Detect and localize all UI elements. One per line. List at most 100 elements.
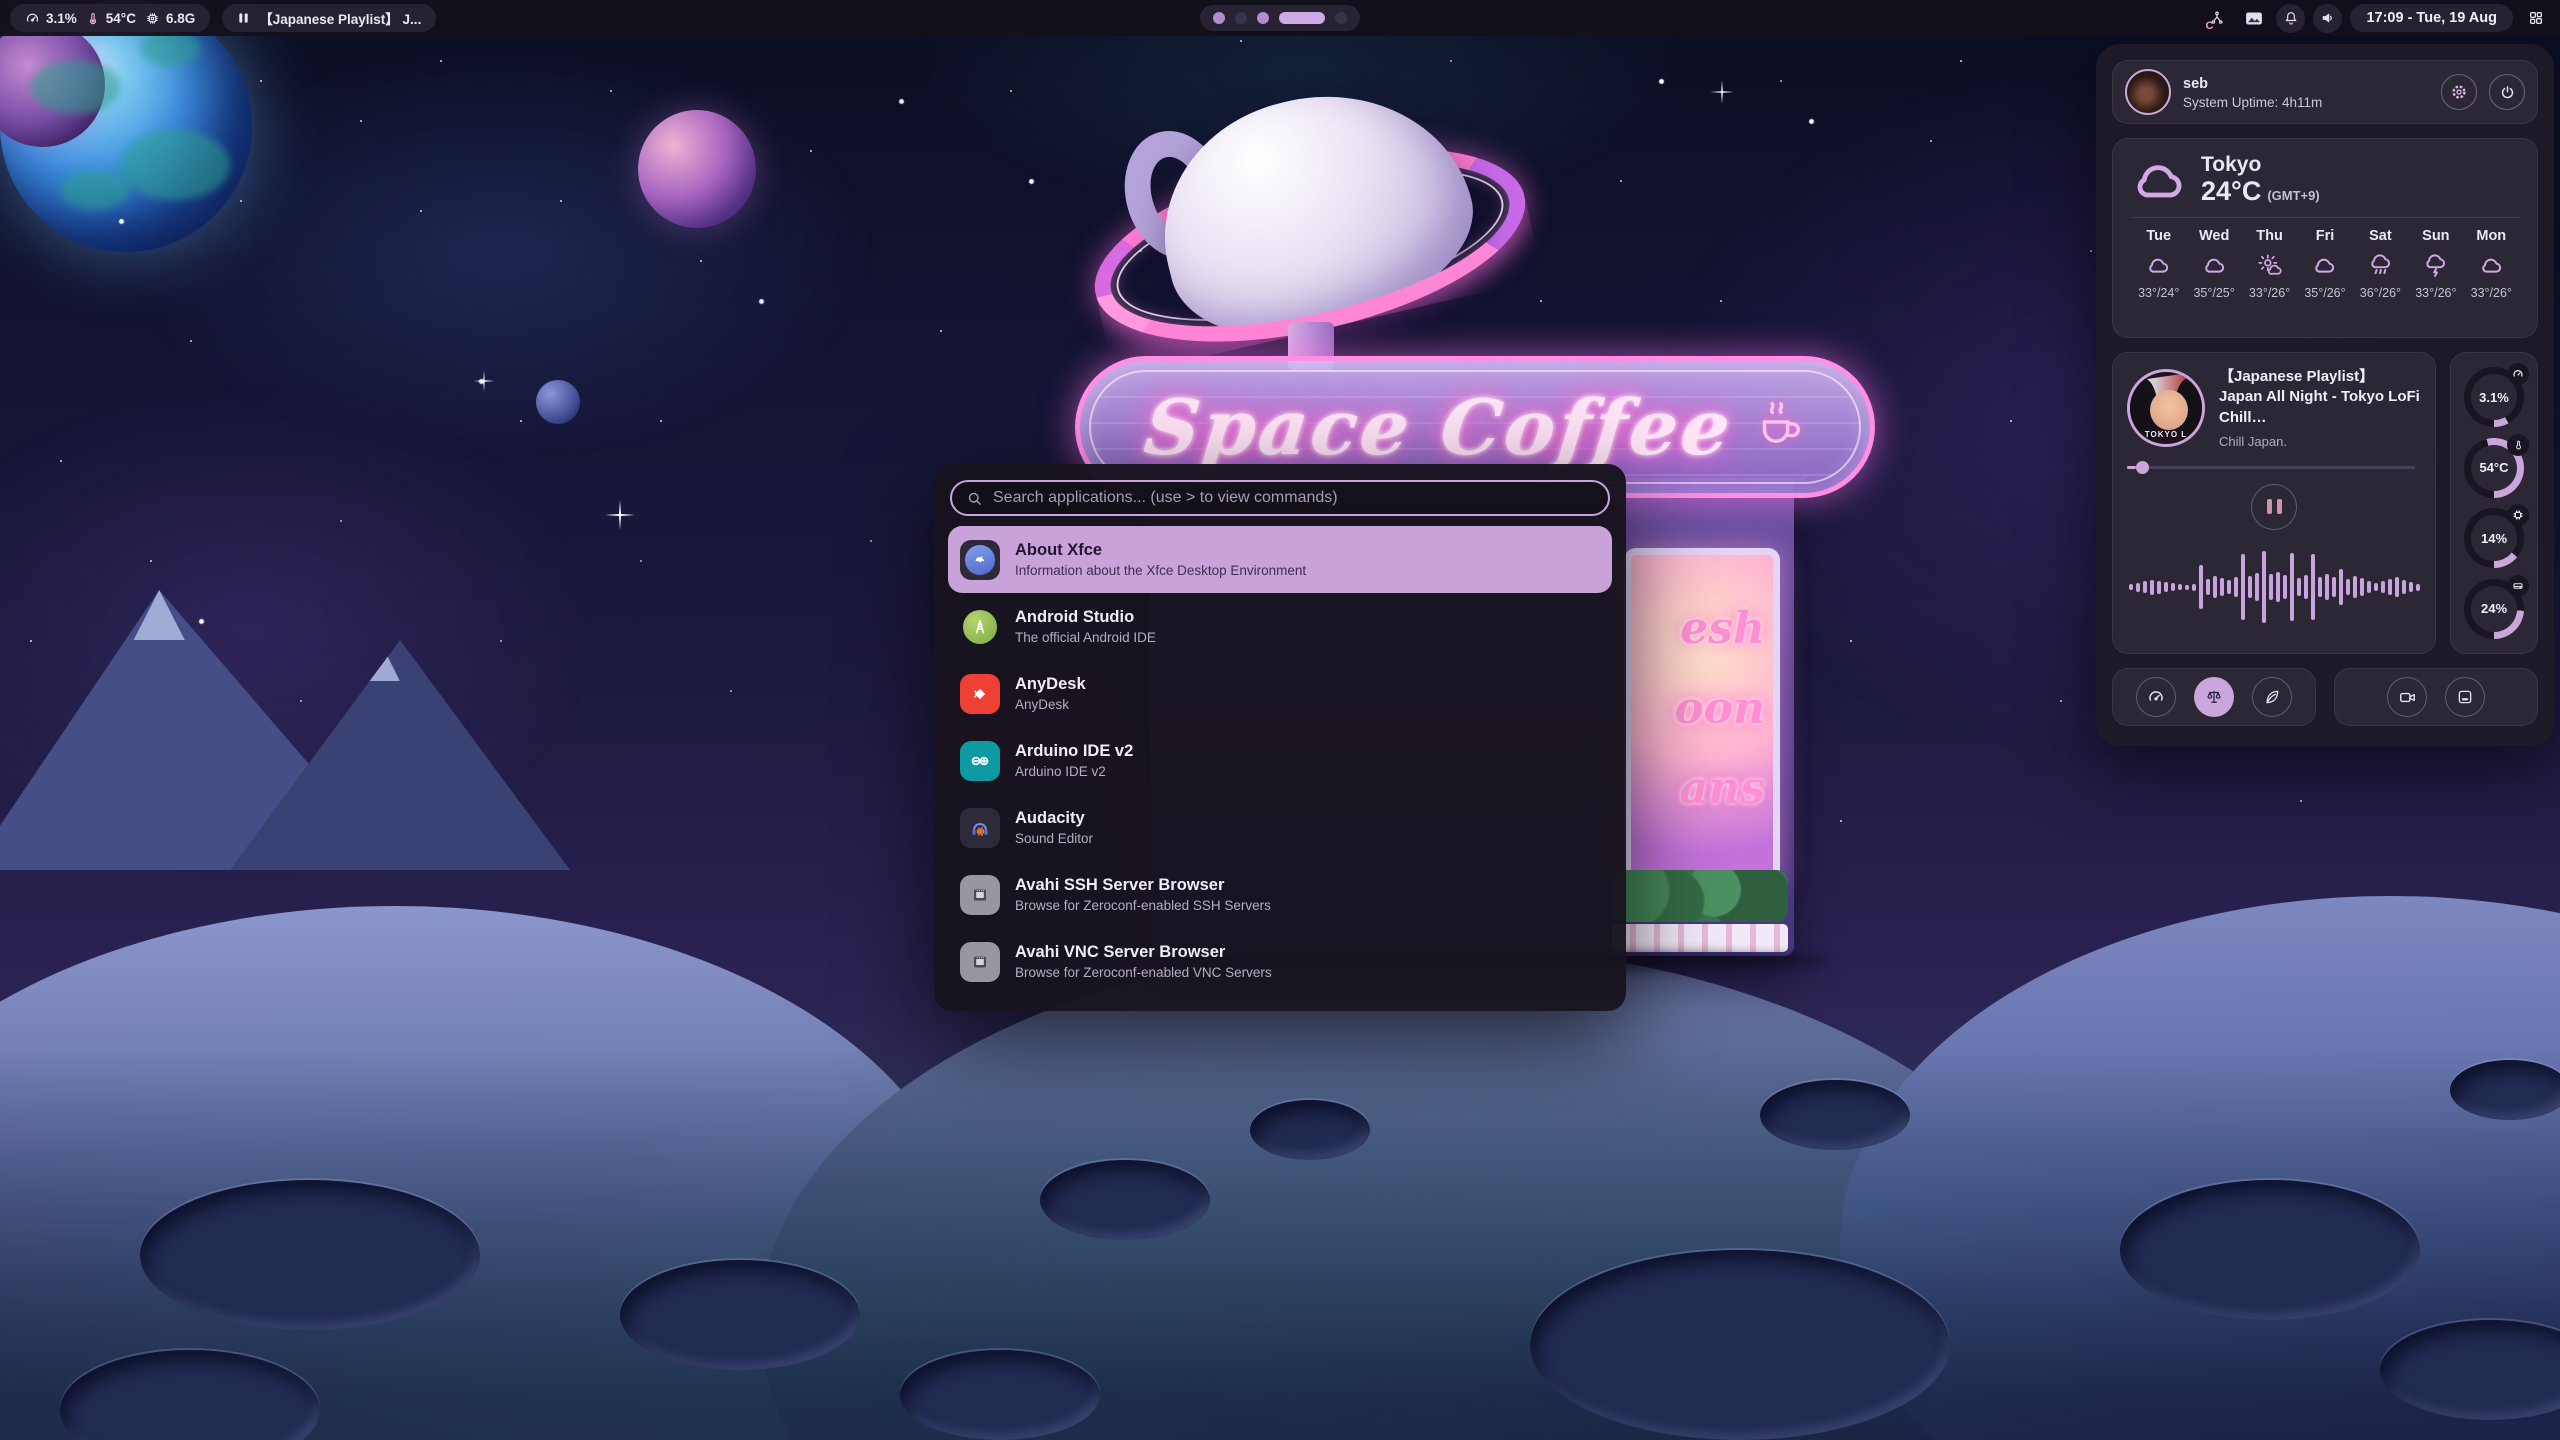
- memory-gauge: 14%: [2464, 508, 2524, 568]
- notifications-bell-icon[interactable]: [2276, 4, 2305, 33]
- tray-branch-icon[interactable]: C: [2202, 4, 2231, 33]
- neon-cup-icon: [1751, 391, 1805, 449]
- weather-timezone: (GMT+9): [2267, 188, 2319, 203]
- arduino-icon: [960, 741, 1000, 781]
- rain-icon: [2367, 251, 2394, 279]
- app-item-audacity[interactable]: Audacity Sound Editor: [948, 794, 1612, 861]
- chip-icon: [145, 11, 160, 26]
- app-grid-icon[interactable]: [2521, 4, 2550, 33]
- workspace-dot-2[interactable]: [1235, 12, 1247, 24]
- leaf-icon: [2263, 688, 2281, 706]
- scales-icon: [2205, 688, 2223, 706]
- balanced-profile-button[interactable]: [2194, 677, 2234, 717]
- speedometer-icon: [2507, 363, 2529, 385]
- app-item-about-xfce[interactable]: About Xfce Information about the Xfce De…: [948, 526, 1612, 593]
- thermometer-icon: [2507, 434, 2529, 456]
- window-neon-text: ans: [1680, 763, 1765, 814]
- cpu-usage-stat: 3.1%: [25, 11, 77, 26]
- workspace-dot-3[interactable]: [1257, 12, 1269, 24]
- pink-planet: [638, 110, 756, 228]
- forecast-day: Mon 33°/26°: [2464, 228, 2519, 300]
- dashboard-panel: seb System Uptime: 4h11m Tokyo 24°C (GMT+…: [2096, 44, 2554, 746]
- app-results-list: About Xfce Information about the Xfce De…: [948, 526, 1612, 995]
- system-uptime: System Uptime: 4h11m: [2183, 95, 2429, 110]
- forecast-day: Sat 36°/26°: [2353, 228, 2408, 300]
- album-art: TOKYO L: [2127, 369, 2205, 447]
- track-subtitle: Chill Japan.: [2219, 434, 2421, 449]
- avahi-ssh-icon: [960, 875, 1000, 915]
- performance-profile-button[interactable]: [2136, 677, 2176, 717]
- disk-icon: [2507, 575, 2529, 597]
- forecast-day: Wed 35°/25°: [2186, 228, 2241, 300]
- weather-widget: Tokyo 24°C (GMT+9) Tue 33°/24° Wed 35°/25…: [2112, 138, 2538, 338]
- system-gauges: 3.1% 54°C 14% 24%: [2450, 352, 2538, 654]
- power-button[interactable]: [2489, 74, 2525, 110]
- thermometer-icon: [86, 11, 100, 26]
- play-pause-button[interactable]: [2251, 484, 2297, 530]
- now-playing-pill[interactable]: 【Japanese Playlist】 J...: [222, 4, 436, 32]
- thunderstorm-icon: [2422, 251, 2449, 279]
- window-neon-text: oon: [1674, 683, 1765, 734]
- speedometer-icon: [2147, 688, 2165, 706]
- shop-window: esh oon ans: [1624, 548, 1780, 888]
- planter-box: [1612, 924, 1788, 952]
- workspace-indicator[interactable]: [1200, 5, 1360, 31]
- temperature-gauge: 54°C: [2464, 438, 2524, 498]
- workspace-dot-4[interactable]: [1279, 12, 1325, 24]
- memory-stat: 6.8G: [145, 11, 195, 26]
- workspace-dot-1[interactable]: [1213, 12, 1225, 24]
- avahi-vnc-icon: [960, 942, 1000, 982]
- seek-bar[interactable]: [2127, 461, 2421, 474]
- sign-text: Space Coffee: [1140, 383, 1737, 472]
- video-camera-icon: [2398, 689, 2417, 706]
- forecast-day: Thu 33°/26°: [2242, 228, 2297, 300]
- clock[interactable]: 17:09 - Tue, 19 Aug: [2350, 4, 2513, 32]
- gear-icon: [2450, 83, 2468, 101]
- xfce-icon: [960, 540, 1000, 580]
- forecast-day: Fri 35°/26°: [2297, 228, 2352, 300]
- avatar: [2125, 69, 2171, 115]
- forecast-day: Tue 33°/24°: [2131, 228, 2186, 300]
- power-profile-switcher: [2112, 668, 2316, 726]
- power-icon: [2499, 84, 2516, 101]
- app-item-android-studio[interactable]: Android Studio The official Android IDE: [948, 593, 1612, 660]
- search-input[interactable]: [993, 489, 1594, 507]
- app-item-arduino[interactable]: Arduino IDE v2 Arduino IDE v2: [948, 727, 1612, 794]
- system-stats-pill[interactable]: 3.1% 54°C 6.8G: [10, 4, 210, 32]
- now-playing-label: 【Japanese Playlist】 J...: [259, 8, 421, 28]
- app-item-avahi-ssh[interactable]: Avahi SSH Server Browser Browse for Zero…: [948, 861, 1612, 928]
- chip-icon: [2507, 504, 2529, 526]
- user-card: seb System Uptime: 4h11m: [2112, 60, 2538, 124]
- forecast-day: Sun 33°/26°: [2408, 228, 2463, 300]
- app-launcher: About Xfce Information about the Xfce De…: [934, 464, 1626, 1011]
- capture-tools: [2334, 668, 2538, 726]
- app-item-anydesk[interactable]: AnyDesk AnyDesk: [948, 660, 1612, 727]
- partly-sunny-icon: [2256, 251, 2284, 279]
- app-item-avahi-vnc[interactable]: Avahi VNC Server Browser Browse for Zero…: [948, 928, 1612, 995]
- temperature-stat: 54°C: [86, 11, 136, 26]
- tray-wallpaper-icon[interactable]: [2239, 4, 2268, 33]
- volume-speaker-icon[interactable]: [2313, 4, 2342, 33]
- search-icon: [966, 490, 983, 507]
- hedge: [1612, 870, 1788, 922]
- speedometer-icon: [25, 11, 40, 26]
- power-saver-profile-button[interactable]: [2252, 677, 2292, 717]
- screen-record-button[interactable]: [2387, 677, 2427, 717]
- audacity-icon: [960, 808, 1000, 848]
- cloud-icon: [2145, 251, 2172, 279]
- username: seb: [2183, 76, 2208, 92]
- cloud-icon: [2311, 251, 2338, 279]
- weather-city: Tokyo: [2201, 153, 2320, 177]
- top-status-bar: 3.1% 54°C 6.8G 【Japanese Playlist】 J...: [0, 0, 2560, 36]
- disk-gauge: 24%: [2464, 579, 2524, 639]
- launcher-search-bar[interactable]: [950, 480, 1610, 516]
- media-player-widget: TOKYO L 【Japanese Playlist】 Japan All Ni…: [2112, 352, 2436, 654]
- workspace-dot-5[interactable]: [1335, 12, 1347, 24]
- audio-visualizer: [2127, 536, 2421, 639]
- weather-temp: 24°C: [2201, 176, 2261, 206]
- cloud-icon: [2201, 251, 2228, 279]
- cloud-icon: [2478, 251, 2505, 279]
- screenshot-button[interactable]: [2445, 677, 2485, 717]
- settings-button[interactable]: [2441, 74, 2477, 110]
- tray-c-badge: C: [2205, 20, 2213, 32]
